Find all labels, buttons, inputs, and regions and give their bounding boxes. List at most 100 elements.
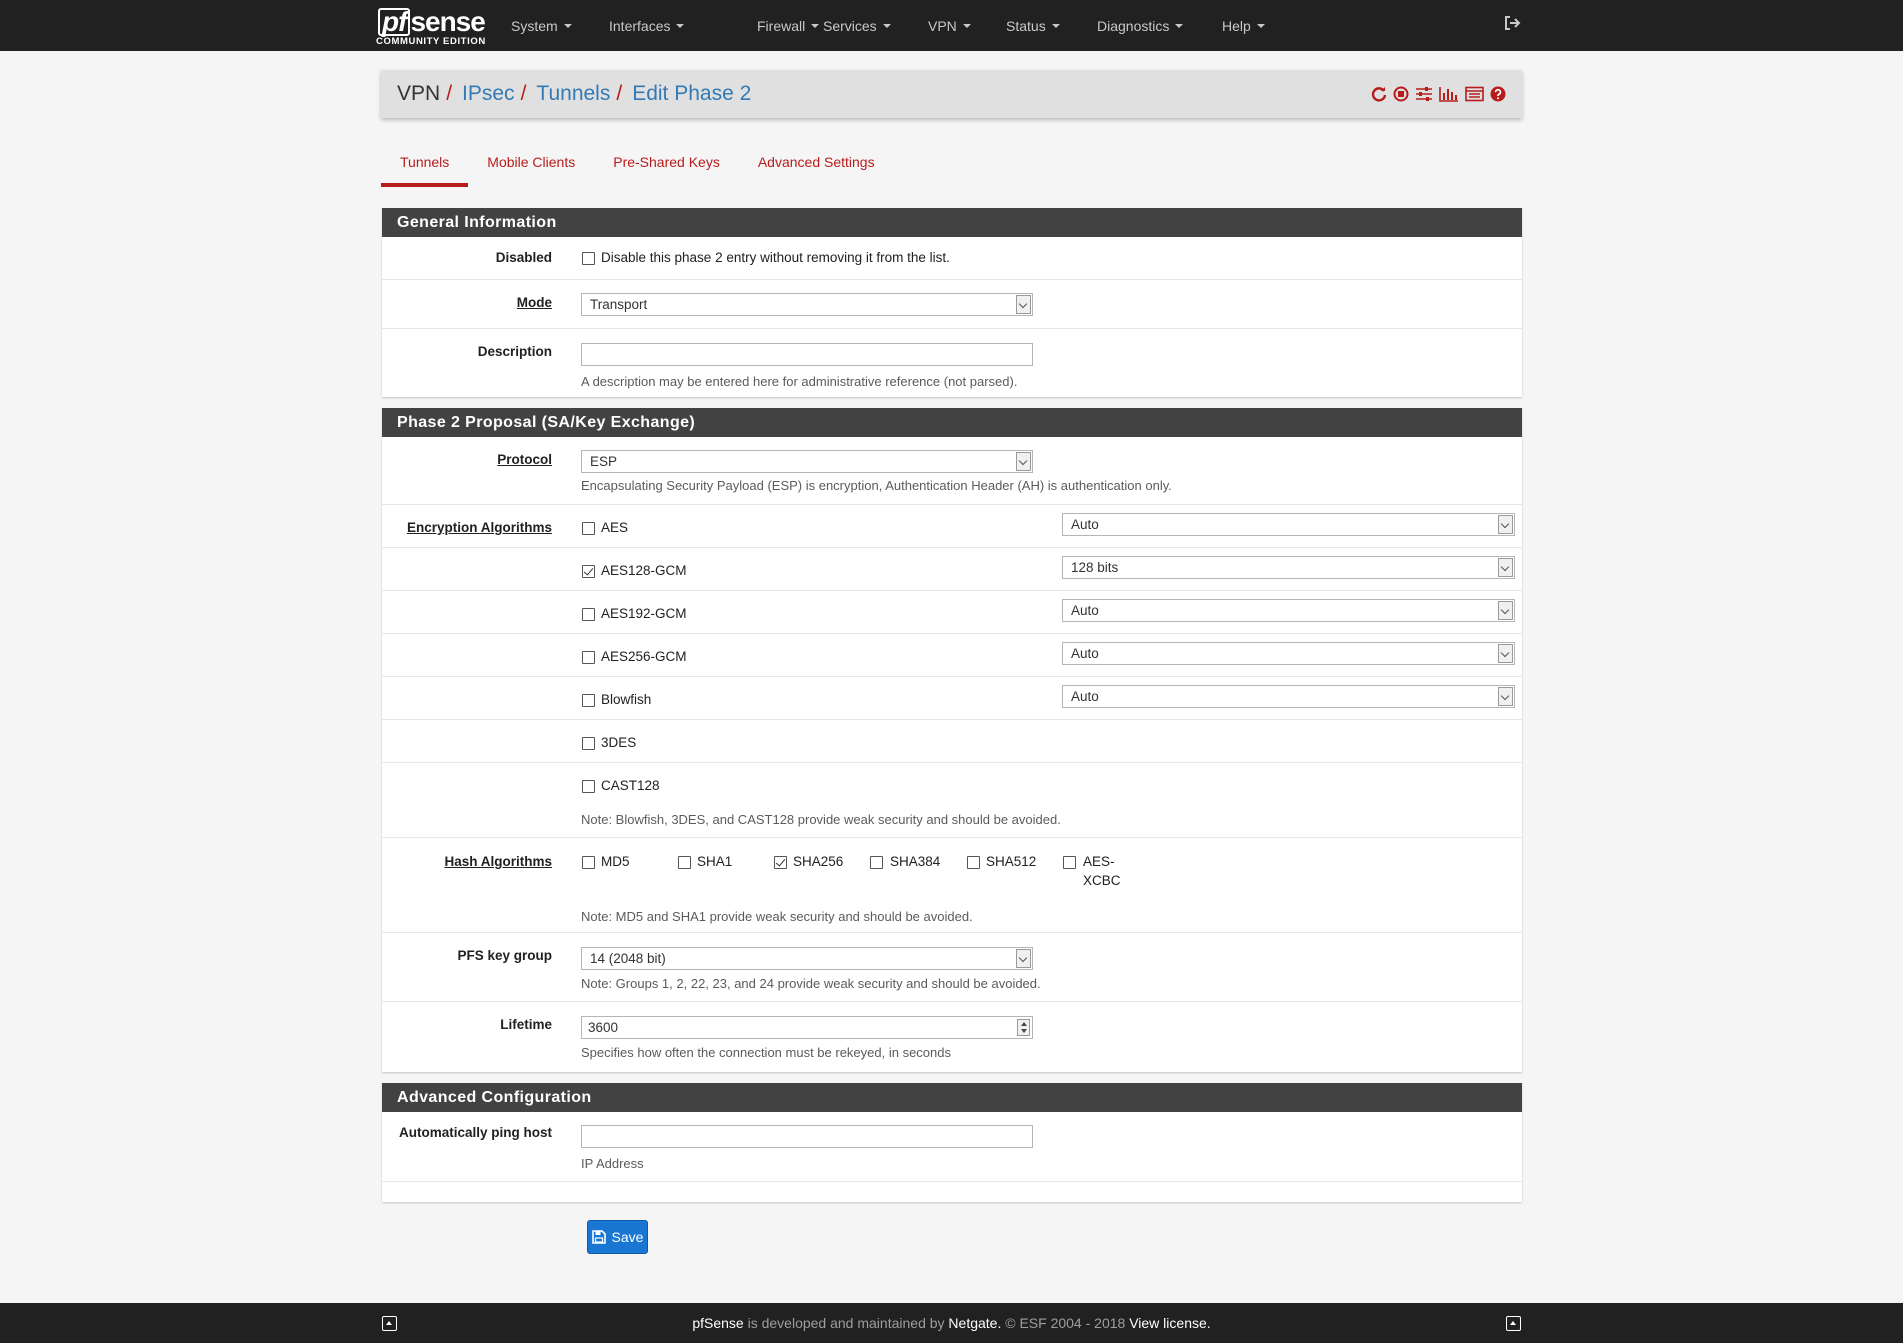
row-encryption-cast128: CAST128 Note: Blowfish, 3DES, and CAST12… [382, 763, 1522, 838]
aes128-gcm-keylen-value: 128 bits [1071, 560, 1119, 575]
nav-menu-label: Help [1222, 17, 1251, 34]
nav-menu-help[interactable]: Help [1222, 0, 1265, 51]
aes256-gcm-checkbox[interactable] [582, 651, 595, 664]
general-information-panel: General Information Disabled Disable thi… [382, 208, 1522, 397]
footer-license-link[interactable]: View license. [1129, 1315, 1210, 1331]
row-encryption-blowfish: Blowfish Auto [382, 677, 1522, 720]
save-button[interactable]: Save [587, 1220, 648, 1254]
disabled-checkbox[interactable] [582, 252, 595, 265]
breadcrumb-separator: / [520, 82, 527, 105]
cast128-checkbox[interactable] [582, 780, 595, 793]
nav-menu-system[interactable]: System [511, 0, 572, 51]
sha512-label: SHA512 [986, 854, 1037, 869]
chevron-down-icon [1016, 295, 1031, 314]
tab-tunnels[interactable]: Tunnels [381, 147, 469, 187]
aes192-gcm-keylen-value: Auto [1071, 603, 1099, 618]
top-navbar: pf sense COMMUNITY EDITION System Interfa… [0, 0, 1903, 51]
blowfish-checkbox[interactable] [582, 694, 595, 707]
breadcrumb-vpn: VPN [397, 82, 441, 105]
breadcrumb-tunnels[interactable]: Tunnels [536, 82, 610, 106]
scroll-top-icon[interactable] [1506, 1316, 1521, 1331]
lifetime-input[interactable]: 3600 [581, 1016, 1033, 1039]
aes192-gcm-label: AES192-GCM [601, 606, 687, 621]
caret-down-icon [1051, 23, 1060, 28]
breadcrumb-ipsec[interactable]: IPsec [462, 82, 515, 106]
aes-keylen-select[interactable]: Auto [1062, 513, 1515, 536]
description-input[interactable] [581, 343, 1033, 366]
log-list-icon[interactable] [1465, 86, 1484, 102]
nav-menu-label: Firewall [757, 17, 806, 34]
panel-heading-phase2: Phase 2 Proposal (SA/Key Exchange) [382, 408, 1522, 437]
breadcrumb-edit-phase2[interactable]: Edit Phase 2 [632, 82, 751, 106]
row-encryption-aes192-gcm: AES192-GCM Auto [382, 591, 1522, 634]
encryption-algorithms-label: Encryption Algorithms [406, 520, 552, 535]
ping-host-input[interactable] [581, 1125, 1033, 1148]
nav-menu-vpn[interactable]: VPN [928, 0, 971, 51]
number-spinner[interactable] [1017, 1019, 1030, 1036]
aes-xcbc-checkbox[interactable] [1063, 856, 1076, 869]
logo-sense: sense [410, 6, 485, 37]
tab-pre-shared-keys[interactable]: Pre-Shared Keys [594, 147, 739, 187]
disabled-checkbox-label: Disable this phase 2 entry without remov… [601, 250, 950, 265]
nav-menu-diagnostics[interactable]: Diagnostics [1097, 0, 1184, 51]
row-mode: Mode Transport [382, 280, 1522, 329]
protocol-value: ESP [590, 454, 618, 469]
bar-chart-icon[interactable] [1439, 86, 1459, 102]
pfsense-logo[interactable]: pf sense COMMUNITY EDITION [376, 4, 486, 48]
encryption-weak-note: Note: Blowfish, 3DES, and CAST128 provid… [581, 812, 1061, 827]
nav-menu-interfaces[interactable]: Interfaces [609, 0, 685, 51]
breadcrumb-icons [1371, 70, 1506, 118]
chevron-down-icon [1498, 558, 1513, 577]
aes256-gcm-keylen-select[interactable]: Auto [1062, 642, 1515, 665]
row-hash-algorithms: Hash Algorithms MD5 SHA1 SHA256 SHA384 S… [382, 838, 1522, 933]
row-encryption-aes256-gcm: AES256-GCM Auto [382, 634, 1522, 677]
aes256-gcm-keylen-value: Auto [1071, 646, 1099, 661]
lifetime-help: Specifies how often the connection must … [581, 1045, 951, 1060]
aes-checkbox[interactable] [582, 522, 595, 535]
stop-service-icon[interactable] [1393, 86, 1409, 102]
footer-company[interactable]: Netgate. [948, 1315, 1001, 1331]
mode-select[interactable]: Transport [581, 293, 1033, 316]
nav-menu-status[interactable]: Status [1006, 0, 1060, 51]
lifetime-label: Lifetime [500, 1017, 552, 1032]
pfs-key-group-select[interactable]: 14 (2048 bit) [581, 947, 1033, 970]
md5-label: MD5 [601, 854, 630, 869]
aes192-gcm-keylen-select[interactable]: Auto [1062, 599, 1515, 622]
panel-heading-general: General Information [382, 208, 1522, 237]
row-pfs-key-group: PFS key group 14 (2048 bit) Note: Groups… [382, 933, 1522, 1002]
sha512-checkbox[interactable] [967, 856, 980, 869]
row-ping-host: Automatically ping host IP Address [382, 1112, 1522, 1182]
tab-advanced-settings[interactable]: Advanced Settings [739, 147, 894, 187]
footer-text1: is developed and maintained by [743, 1315, 949, 1331]
sha384-checkbox[interactable] [870, 856, 883, 869]
protocol-select[interactable]: ESP [581, 450, 1033, 473]
mode-label: Mode [516, 295, 552, 310]
sha256-checkbox[interactable] [774, 856, 787, 869]
help-icon[interactable] [1490, 86, 1506, 102]
pfs-weak-note: Note: Groups 1, 2, 22, 23, and 24 provid… [581, 976, 1041, 991]
3des-checkbox[interactable] [582, 737, 595, 750]
aes128-gcm-checkbox[interactable] [582, 565, 595, 578]
sign-out-icon[interactable] [1503, 14, 1521, 32]
sha1-checkbox[interactable] [678, 856, 691, 869]
md5-checkbox[interactable] [582, 856, 595, 869]
blowfish-keylen-select[interactable]: Auto [1062, 685, 1515, 708]
nav-menu-firewall[interactable]: Firewall [757, 0, 820, 51]
description-help: A description may be entered here for ad… [581, 374, 1018, 389]
restart-service-icon[interactable] [1371, 86, 1387, 102]
row-protocol: Protocol ESP Encapsulating Security Payl… [382, 437, 1522, 505]
aes128-gcm-keylen-select[interactable]: 128 bits [1062, 556, 1515, 579]
tab-mobile-clients[interactable]: Mobile Clients [468, 147, 594, 187]
breadcrumb-separator: / [616, 82, 623, 105]
nav-menu-services[interactable]: Services [823, 0, 891, 51]
nav-menu-label: VPN [928, 17, 957, 34]
cast128-label: CAST128 [601, 778, 660, 793]
footer-brand[interactable]: pfSense [692, 1315, 743, 1331]
breadcrumb-separator: / [446, 82, 453, 105]
aes192-gcm-checkbox[interactable] [582, 608, 595, 621]
page-footer: pfSense is developed and maintained by N… [0, 1303, 1903, 1343]
settings-sliders-icon[interactable] [1415, 86, 1433, 102]
chevron-down-icon [1016, 452, 1031, 471]
row-description: Description A description may be entered… [382, 329, 1522, 397]
breadcrumb: VPN / IPsec / Tunnels / Edit Phase 2 [397, 70, 751, 118]
